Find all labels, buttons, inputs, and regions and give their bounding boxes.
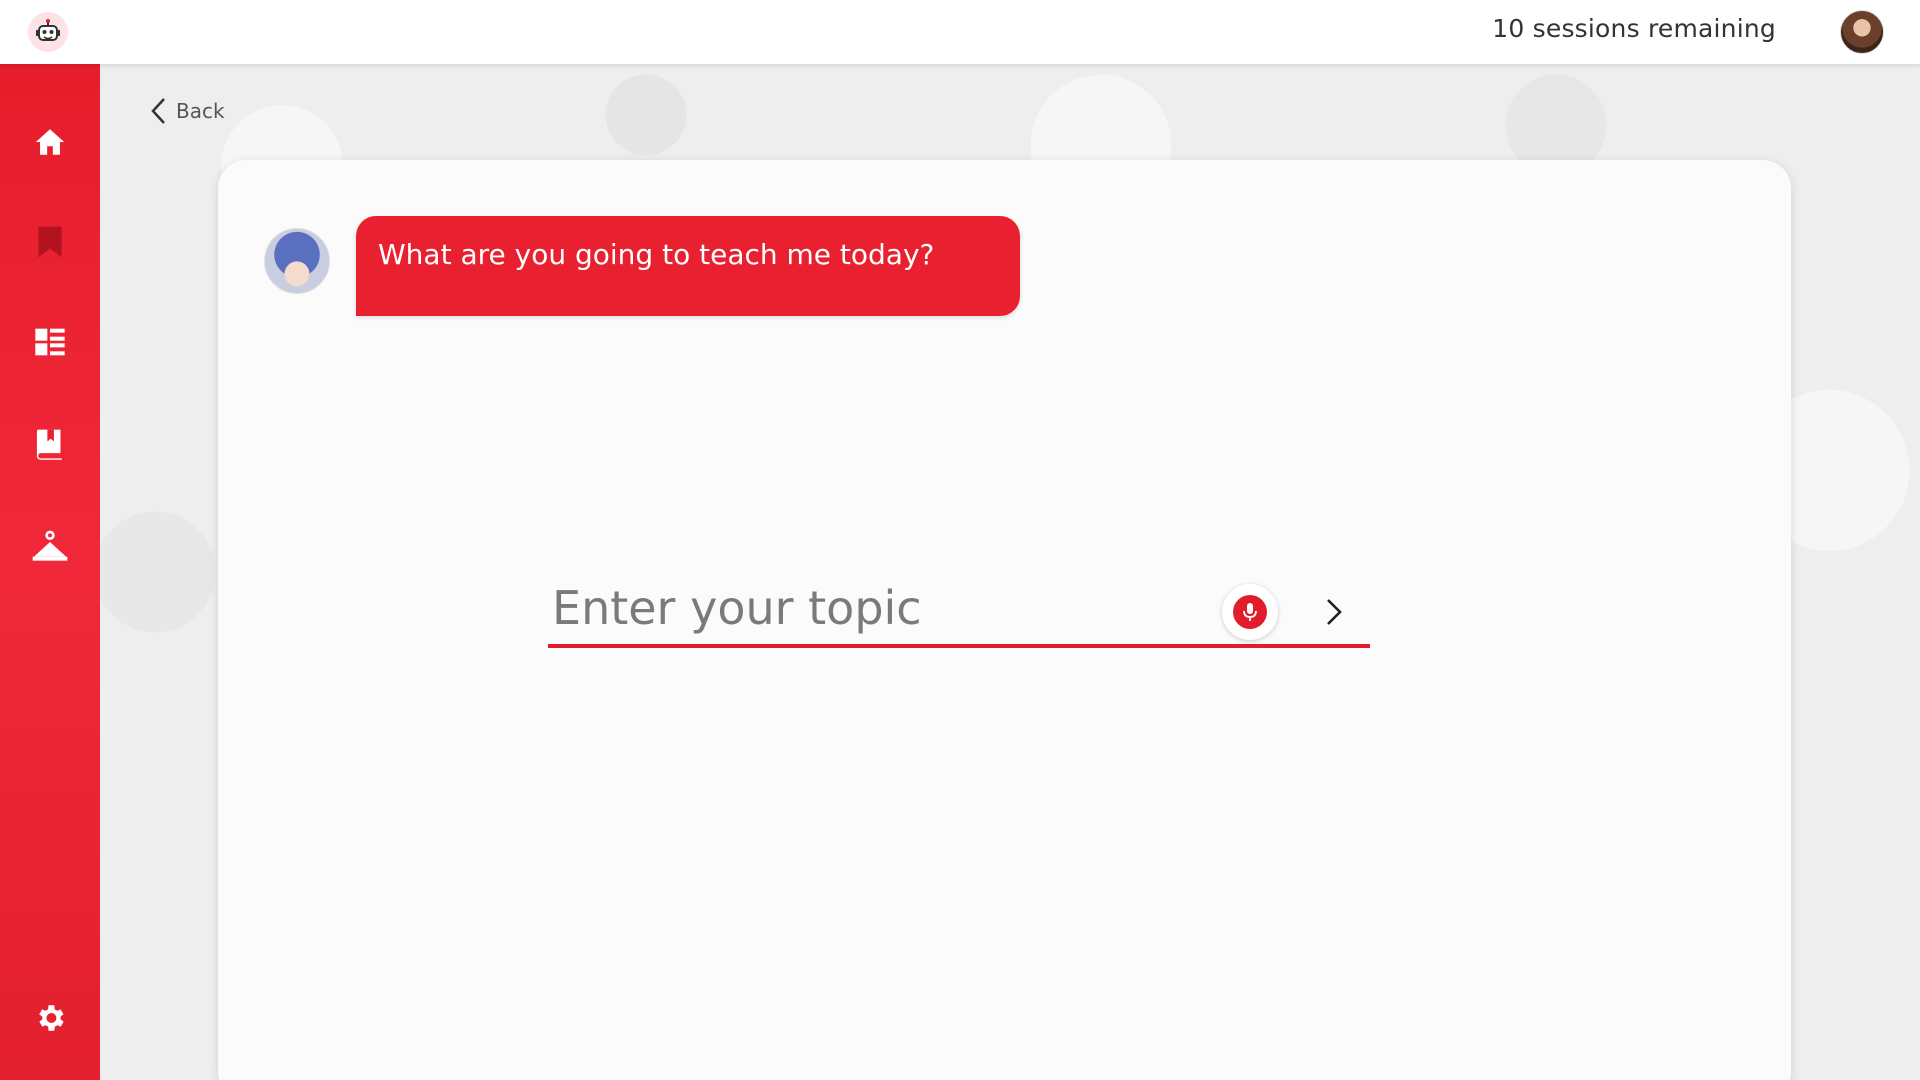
sessions-remaining-text: 10 sessions remaining: [1492, 14, 1776, 43]
sidebar-item-home[interactable]: [26, 118, 74, 166]
user-avatar[interactable]: [1840, 10, 1884, 54]
book-icon: [36, 429, 62, 460]
bot-message-text: What are you going to teach me today?: [378, 238, 935, 271]
submit-topic-button[interactable]: [1310, 588, 1358, 636]
chevron-right-icon: [1327, 599, 1342, 625]
bot-avatar: [264, 228, 330, 294]
microphone-icon: [1243, 603, 1257, 621]
gear-icon: [39, 1005, 64, 1031]
hanger-icon: [32, 530, 68, 561]
robot-mascot-icon[interactable]: [28, 12, 68, 52]
bot-message-bubble: What are you going to teach me today?: [356, 216, 1020, 316]
sidebar-item-dashboard[interactable]: [26, 318, 74, 366]
back-label: Back: [176, 99, 225, 123]
chat-card: What are you going to teach me today?: [218, 160, 1791, 1080]
bookmark-icon: [38, 226, 62, 258]
dashboard-list-icon: [35, 328, 65, 356]
top-bar: 10 sessions remaining: [0, 0, 1920, 64]
sidebar: [0, 64, 100, 1080]
back-button[interactable]: Back: [150, 96, 225, 126]
chevron-left-icon: [151, 98, 165, 124]
topic-input-group: [548, 570, 1370, 648]
topic-input[interactable]: [552, 578, 1192, 638]
sidebar-item-library[interactable]: [26, 420, 74, 468]
sidebar-item-settings[interactable]: [26, 994, 74, 1042]
home-icon: [35, 129, 65, 155]
sidebar-item-bookmarks[interactable]: [26, 218, 74, 266]
microphone-button[interactable]: [1222, 584, 1278, 640]
sidebar-item-wardrobe[interactable]: [26, 522, 74, 570]
